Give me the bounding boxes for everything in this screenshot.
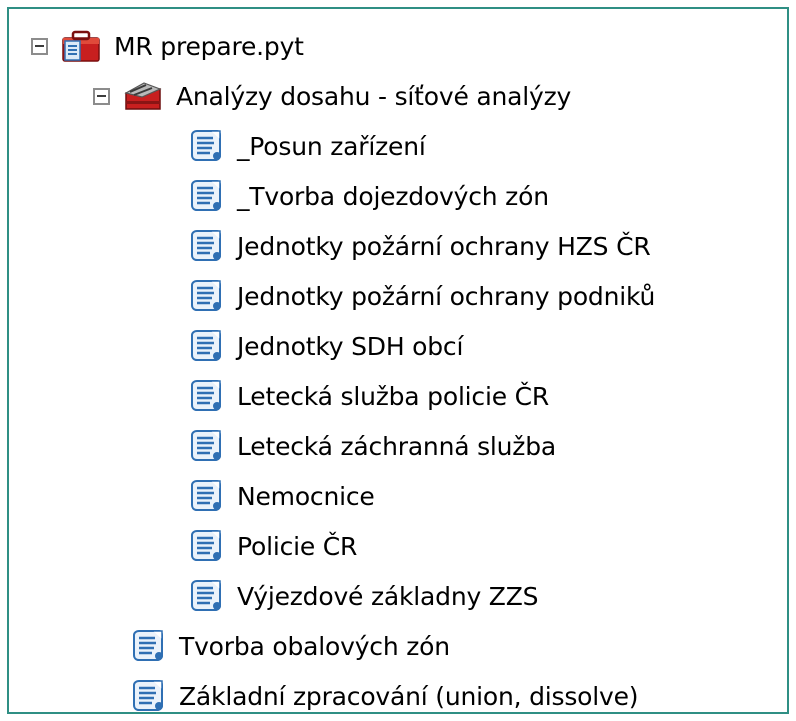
tree-node-script-label: Letecká záchranná služba xyxy=(237,431,557,461)
tree-node-script-label: Letecká služba policie ČR xyxy=(237,381,550,411)
script-tool-icon xyxy=(189,429,223,463)
tree-node-script-label: Jednotky požární ochrany podniků xyxy=(237,281,656,311)
toolset-icon xyxy=(124,79,162,113)
script-tool-icon xyxy=(189,529,223,563)
python-toolbox-icon xyxy=(62,29,100,63)
script-tool-icon xyxy=(189,579,223,613)
tree-node-toolset[interactable]: Analýzy dosahu - síťové analýzy xyxy=(93,71,571,121)
tree-node-script[interactable]: _Tvorba dojezdových zón xyxy=(189,171,549,221)
script-tool-icon xyxy=(189,279,223,313)
collapse-icon[interactable] xyxy=(93,87,110,105)
tree-node-script[interactable]: Policie ČR xyxy=(189,521,357,571)
script-tool-icon xyxy=(189,179,223,213)
tree-node-script[interactable]: _Posun zařízení xyxy=(189,121,426,171)
script-tool-icon xyxy=(131,679,165,712)
tree-node-script-label: _Tvorba dojezdových zón xyxy=(237,181,549,211)
tree-node-script[interactable]: Výjezdové základny ZZS xyxy=(189,571,539,621)
script-tool-icon xyxy=(131,629,165,663)
tree-node-script[interactable]: Jednotky požární ochrany HZS ČR xyxy=(189,221,651,271)
script-tool-icon xyxy=(189,479,223,513)
tree-node-script-label: _Posun zařízení xyxy=(237,131,426,161)
collapse-icon[interactable] xyxy=(31,37,48,55)
tree-node-root-label: MR prepare.pyt xyxy=(114,31,304,61)
script-tool-icon xyxy=(189,329,223,363)
tree-node-script[interactable]: Letecká záchranná služba xyxy=(189,421,556,471)
tree-node-script-label: Tvorba obalových zón xyxy=(179,631,450,661)
tree-node-script[interactable]: Jednotky SDH obcí xyxy=(189,321,463,371)
tree-node-script-label: Nemocnice xyxy=(237,481,375,511)
tree-node-script-label: Jednotky požární ochrany HZS ČR xyxy=(237,231,651,261)
tree-node-script[interactable]: Jednotky požární ochrany podniků xyxy=(189,271,655,321)
tree-node-root[interactable]: MR prepare.pyt xyxy=(31,21,304,71)
toolbox-tree-panel: MR prepare.pyt Analýzy dosahu - síťové a… xyxy=(7,7,789,714)
tree-node-script-label: Jednotky SDH obcí xyxy=(237,331,464,361)
script-tool-icon xyxy=(189,379,223,413)
tree-node-script[interactable]: Tvorba obalových zón xyxy=(131,621,450,671)
script-tool-icon xyxy=(189,129,223,163)
tree-node-script[interactable]: Základní zpracování (union, dissolve) xyxy=(131,671,639,712)
tree-node-script-label: Základní zpracování (union, dissolve) xyxy=(179,681,639,711)
tree-node-script[interactable]: Nemocnice xyxy=(189,471,375,521)
tree-node-script-label: Výjezdové základny ZZS xyxy=(237,581,539,611)
tree-node-script-label: Policie ČR xyxy=(237,531,358,561)
script-tool-icon xyxy=(189,229,223,263)
tree-node-script[interactable]: Letecká služba policie ČR xyxy=(189,371,549,421)
tree-node-toolset-label: Analýzy dosahu - síťové analýzy xyxy=(176,81,572,111)
